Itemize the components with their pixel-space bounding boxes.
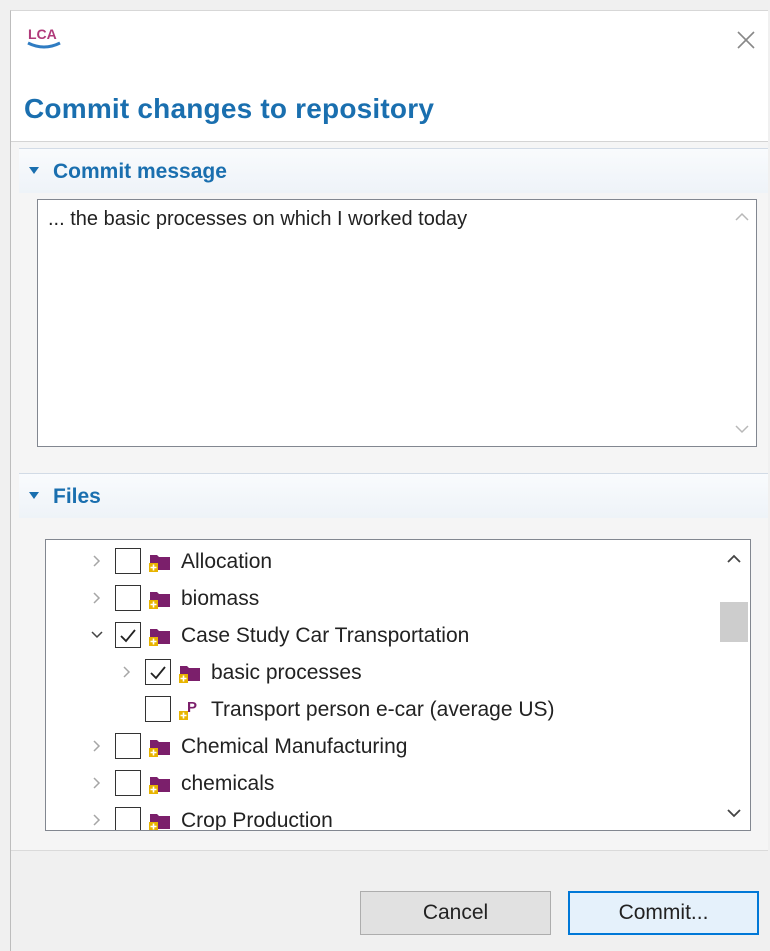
dialog-title: Commit changes to repository [24,93,435,124]
file-checkbox[interactable] [145,696,171,722]
chevron-down-icon[interactable] [89,627,105,643]
close-icon[interactable] [733,27,759,53]
commit-dialog: LCA Commit changes to repository Commit … [10,10,768,951]
file-checkbox[interactable] [115,733,141,759]
folder-icon [149,555,170,572]
folder-icon [149,740,170,757]
files-section-label: Files [53,485,101,508]
file-label[interactable]: Transport person e-car (average US) [211,698,555,722]
tree-row[interactable]: Case Study Car Transportation [46,617,716,654]
chevron-right-icon[interactable] [89,553,105,569]
svg-text:P: P [187,699,197,716]
file-label[interactable]: Case Study Car Transportation [181,624,469,648]
tree-row[interactable]: basic processes [46,654,716,691]
file-checkbox[interactable] [115,548,141,574]
tree-row[interactable]: Chemical Manufacturing [46,728,716,765]
tree-row[interactable]: Allocation [46,543,716,580]
product-system-icon: P [179,699,197,720]
scroll-thumb[interactable] [720,602,748,642]
title-bar: LCA [11,11,768,71]
chevron-right-icon[interactable] [119,664,135,680]
chevron-right-icon[interactable] [89,775,105,791]
cancel-button[interactable]: Cancel [360,891,551,935]
chevron-right-icon[interactable] [89,812,105,828]
file-checkbox[interactable] [115,585,141,611]
files-tree[interactable]: Allocation biomass Case Study Car Transpor… [45,539,751,831]
file-checkbox[interactable] [115,770,141,796]
commit-message-section-header[interactable]: Commit message [19,148,768,193]
commit-message-section-label: Commit message [53,160,227,183]
dialog-header: Commit changes to repository [11,71,768,142]
button-bar: Cancel Commit... [11,850,768,951]
file-label[interactable]: Allocation [181,550,272,574]
app-logo-text: LCA [28,26,57,42]
commit-message-text[interactable]: ... the basic processes on which I worke… [48,208,467,231]
file-checkbox[interactable] [145,659,171,685]
files-section-header[interactable]: Files [19,473,768,518]
file-label[interactable]: Crop Production [181,809,333,830]
checkmark-icon [150,666,166,680]
section-collapse-icon[interactable] [29,492,39,499]
commit-message-scrollbar[interactable] [728,200,756,446]
folder-icon [149,629,170,646]
scroll-up-icon[interactable] [720,546,748,572]
chevron-right-icon[interactable] [89,738,105,754]
scroll-down-icon[interactable] [728,416,756,442]
file-label[interactable]: biomass [181,587,259,611]
file-label[interactable]: Chemical Manufacturing [181,735,407,759]
tree-row[interactable]: biomass [46,580,716,617]
tree-row[interactable]: Crop Production [46,802,716,830]
file-label[interactable]: chemicals [181,772,274,796]
tree-row[interactable]: chemicals [46,765,716,802]
folder-icon [149,777,170,794]
commit-button[interactable]: Commit... [568,891,759,935]
file-checkbox[interactable] [115,807,141,830]
files-tree-scrollbar[interactable] [718,540,750,830]
commit-message-input[interactable]: ... the basic processes on which I worke… [37,199,757,447]
file-checkbox[interactable] [115,622,141,648]
section-collapse-icon[interactable] [29,167,39,174]
chevron-right-icon[interactable] [89,590,105,606]
folder-icon [179,666,200,683]
dialog-content: Commit message ... the basic processes o… [11,142,768,850]
file-label[interactable]: basic processes [211,661,362,685]
scroll-up-icon[interactable] [728,204,756,230]
app-logo-icon: LCA [27,26,61,49]
folder-icon [149,814,170,830]
tree-row[interactable]: P Transport person e-car (average US) [46,691,716,728]
checkmark-icon [120,629,136,643]
folder-icon [149,592,170,609]
scroll-down-icon[interactable] [720,800,748,826]
